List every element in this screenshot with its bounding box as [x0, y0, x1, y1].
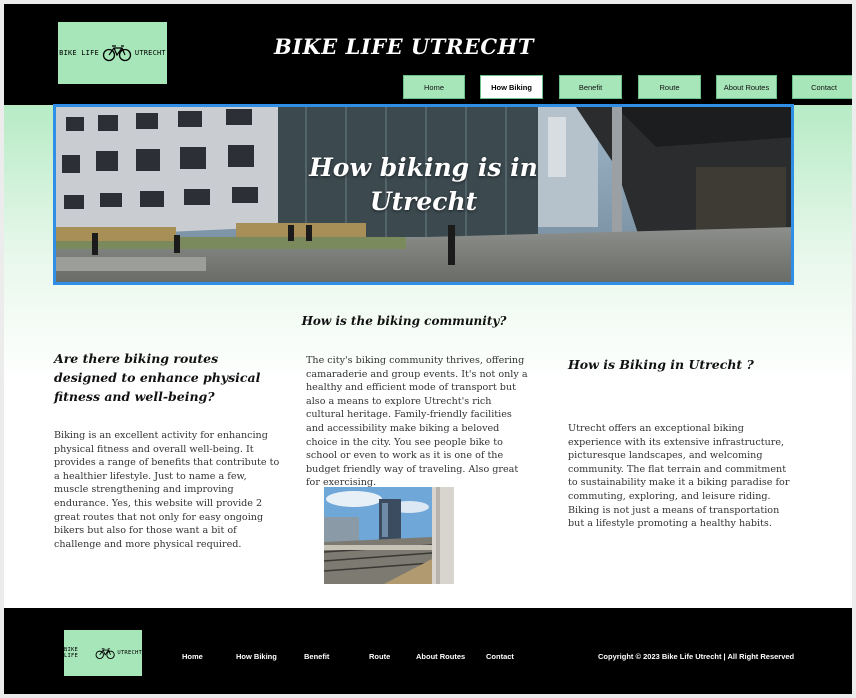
footer-link-route[interactable]: Route — [369, 652, 390, 661]
fitness-heading: Are there biking routes designed to enha… — [54, 351, 261, 404]
footer-link-benefit[interactable]: Benefit — [304, 652, 329, 661]
nav-home[interactable]: Home — [403, 75, 465, 99]
footer-link-how-biking[interactable]: How Biking — [236, 652, 277, 661]
bicycle-icon — [102, 45, 132, 62]
footer-logo-text-left: BIKE LIFE — [64, 647, 79, 659]
nav-about-routes[interactable]: About Routes — [716, 75, 777, 99]
footer-link-about-routes[interactable]: About Routes — [416, 652, 465, 661]
logo-text-left: BIKE LIFE — [59, 49, 99, 57]
station-photo — [324, 487, 454, 584]
nav-route[interactable]: Route — [638, 75, 701, 99]
nav-benefit[interactable]: Benefit — [559, 75, 622, 99]
station-photo-image — [324, 487, 454, 584]
biking-utrecht-text: Utrecht offers an exceptional biking exp… — [568, 423, 790, 530]
logo-text-right: UTRECHT — [134, 49, 166, 57]
hero-title: How biking is in Utrecht — [56, 151, 791, 219]
fitness-text: Biking is an excellent activity for enha… — [54, 430, 280, 550]
copyright-text: Copyright © 2023 Bike Life Utrecht | All… — [598, 652, 795, 661]
page-frame: BIKE LIFE UTRECHT BIKE LIFE UTRECHT Home… — [4, 4, 852, 694]
main-nav: Home How Biking Benefit Route About Rout… — [4, 75, 852, 101]
nav-contact[interactable]: Contact — [792, 75, 852, 99]
site-footer: BIKE LIFE UTRECHT Home How Biking Benefi… — [4, 608, 852, 694]
footer-link-contact[interactable]: Contact — [486, 652, 514, 661]
hero-banner: How biking is in Utrecht — [53, 104, 794, 285]
footer-link-home[interactable]: Home — [182, 652, 203, 661]
site-title: BIKE LIFE UTRECHT — [273, 34, 535, 59]
site-header: BIKE LIFE UTRECHT BIKE LIFE UTRECHT Home… — [4, 4, 852, 105]
hero-title-line1: How biking is in — [309, 153, 538, 182]
community-text: The city's biking community thrives, off… — [306, 355, 528, 489]
footer-logo-text-right: UTRECHT — [117, 650, 142, 656]
footer-bicycle-icon — [95, 647, 115, 659]
biking-utrecht-heading: How is Biking in Utrecht ? — [568, 357, 754, 372]
nav-how-biking[interactable]: How Biking — [480, 75, 543, 99]
community-heading: How is the biking community? — [301, 314, 507, 328]
footer-logo[interactable]: BIKE LIFE UTRECHT — [64, 630, 142, 676]
hero-title-line2: Utrecht — [369, 187, 478, 216]
